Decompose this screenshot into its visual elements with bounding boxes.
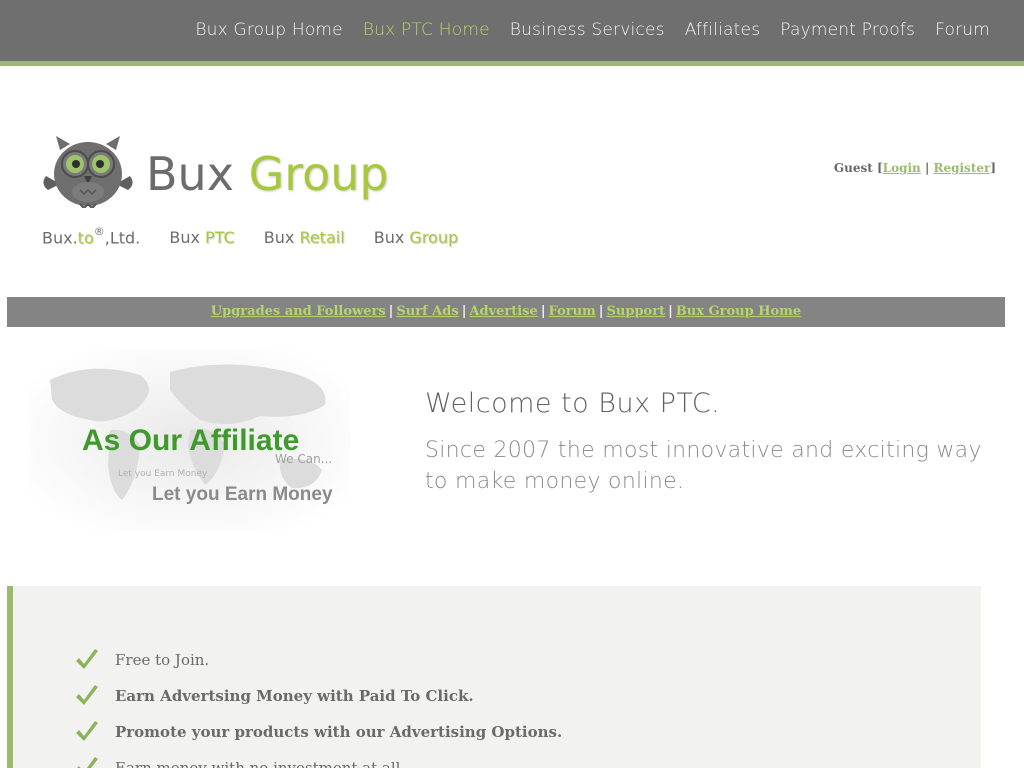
sublink-bux-group-prefix: Bux xyxy=(373,228,410,248)
secondary-menu-bar: Upgrades and Followers | Surf Ads | Advertis… xyxy=(7,297,1005,327)
sublink-bux-to-suffix: ,Ltd. xyxy=(104,228,141,248)
registered-mark: ® xyxy=(93,225,105,238)
nav-forum[interactable]: Forum xyxy=(935,20,990,40)
welcome-title: Welcome to Bux PTC. xyxy=(425,388,721,419)
banner-headline: As Our Affiliate xyxy=(82,424,299,457)
features-box: Free to Join. Earn Advertsing Money with… xyxy=(7,586,981,768)
sublink-bux-to-prefix: Bux. xyxy=(42,228,78,248)
sublink-bux-to-highlight: to xyxy=(77,228,94,248)
feature-text: Earn Advertsing Money with Paid To Click… xyxy=(115,687,474,705)
menu-upgrades-followers[interactable]: Upgrades and Followers xyxy=(211,304,386,319)
check-icon xyxy=(77,757,98,768)
check-icon xyxy=(76,649,98,669)
feature-item: Free to Join. xyxy=(73,642,562,678)
site-logo[interactable]: Bux Group xyxy=(40,132,400,212)
check-icon xyxy=(76,721,98,741)
menu-surf-ads[interactable]: Surf Ads xyxy=(396,304,458,319)
sublink-bux-retail-highlight: Retail xyxy=(299,228,345,248)
sublink-bux-ptc[interactable]: Bux PTC xyxy=(169,228,234,247)
sublink-bux-to[interactable]: Bux.to®,Ltd. xyxy=(42,225,141,248)
top-nav-list: Bux Group Home Bux PTC Home Business Ser… xyxy=(195,20,990,40)
login-link[interactable]: Login xyxy=(883,161,921,175)
register-link[interactable]: Register xyxy=(934,161,991,175)
menu-separator: | xyxy=(598,304,604,319)
feature-text: Free to Join. xyxy=(115,651,210,669)
sublink-bux-retail[interactable]: Bux Retail xyxy=(264,228,345,247)
affiliate-banner[interactable]: As Our Affiliate We Can... Let you Earn … xyxy=(30,350,350,530)
nav-payment-proofs[interactable]: Payment Proofs xyxy=(780,20,915,40)
menu-forum[interactable]: Forum xyxy=(549,304,596,319)
sublink-bux-group-highlight: Group xyxy=(409,228,459,248)
menu-advertise[interactable]: Advertise xyxy=(469,304,537,319)
menu-support[interactable]: Support xyxy=(607,304,666,319)
sublink-bux-group[interactable]: Bux Group xyxy=(374,228,458,247)
banner-small-text: We Can... xyxy=(275,452,332,466)
sublink-bux-ptc-highlight: PTC xyxy=(205,228,235,248)
sublink-bux-ptc-prefix: Bux xyxy=(169,228,206,248)
check-icon xyxy=(76,685,98,705)
nav-bux-group-home[interactable]: Bux Group Home xyxy=(195,20,343,40)
sublink-bux-retail-prefix: Bux xyxy=(263,228,300,248)
welcome-section: Welcome to Bux PTC. Since 2007 the most … xyxy=(425,388,995,497)
sub-brand-links: Bux.to®,Ltd. Bux PTC Bux Retail Bux Grou… xyxy=(42,225,482,248)
features-list: Free to Join. Earn Advertsing Money with… xyxy=(73,642,562,768)
nav-business-services[interactable]: Business Services xyxy=(510,20,665,40)
nav-affiliates[interactable]: Affiliates xyxy=(685,20,761,40)
guest-login-box: Guest [Login | Register] xyxy=(833,161,996,175)
feature-text: Earn money with no investment at all. xyxy=(115,759,406,768)
brand-name: Bux Group xyxy=(146,146,389,202)
feature-item: Earn Advertsing Money with Paid To Click… xyxy=(73,678,562,714)
owl-logo-icon xyxy=(43,136,133,208)
banner-small-text-2: Let you Earn Money xyxy=(118,469,208,479)
feature-item: Earn money with no investment at all. xyxy=(73,750,562,768)
nav-bux-ptc-home[interactable]: Bux PTC Home xyxy=(363,20,490,40)
menu-separator: | xyxy=(668,304,673,319)
feature-text: Promote your products with our Advertisi… xyxy=(115,723,563,741)
feature-item: Promote your products with our Advertisi… xyxy=(73,714,562,750)
menu-separator: | xyxy=(540,304,546,319)
menu-separator: | xyxy=(388,304,394,319)
menu-bux-group-home[interactable]: Bux Group Home xyxy=(676,304,801,319)
brand-word-bux: Bux xyxy=(146,147,234,201)
top-navigation: Bux Group Home Bux PTC Home Business Ser… xyxy=(0,0,1024,66)
banner-tagline: Let you Earn Money xyxy=(152,484,333,505)
guest-label: Guest xyxy=(833,161,873,175)
menu-separator: | xyxy=(461,304,467,319)
brand-word-group: Group xyxy=(248,147,389,201)
welcome-subtitle: Since 2007 the most innovative and excit… xyxy=(425,438,982,494)
